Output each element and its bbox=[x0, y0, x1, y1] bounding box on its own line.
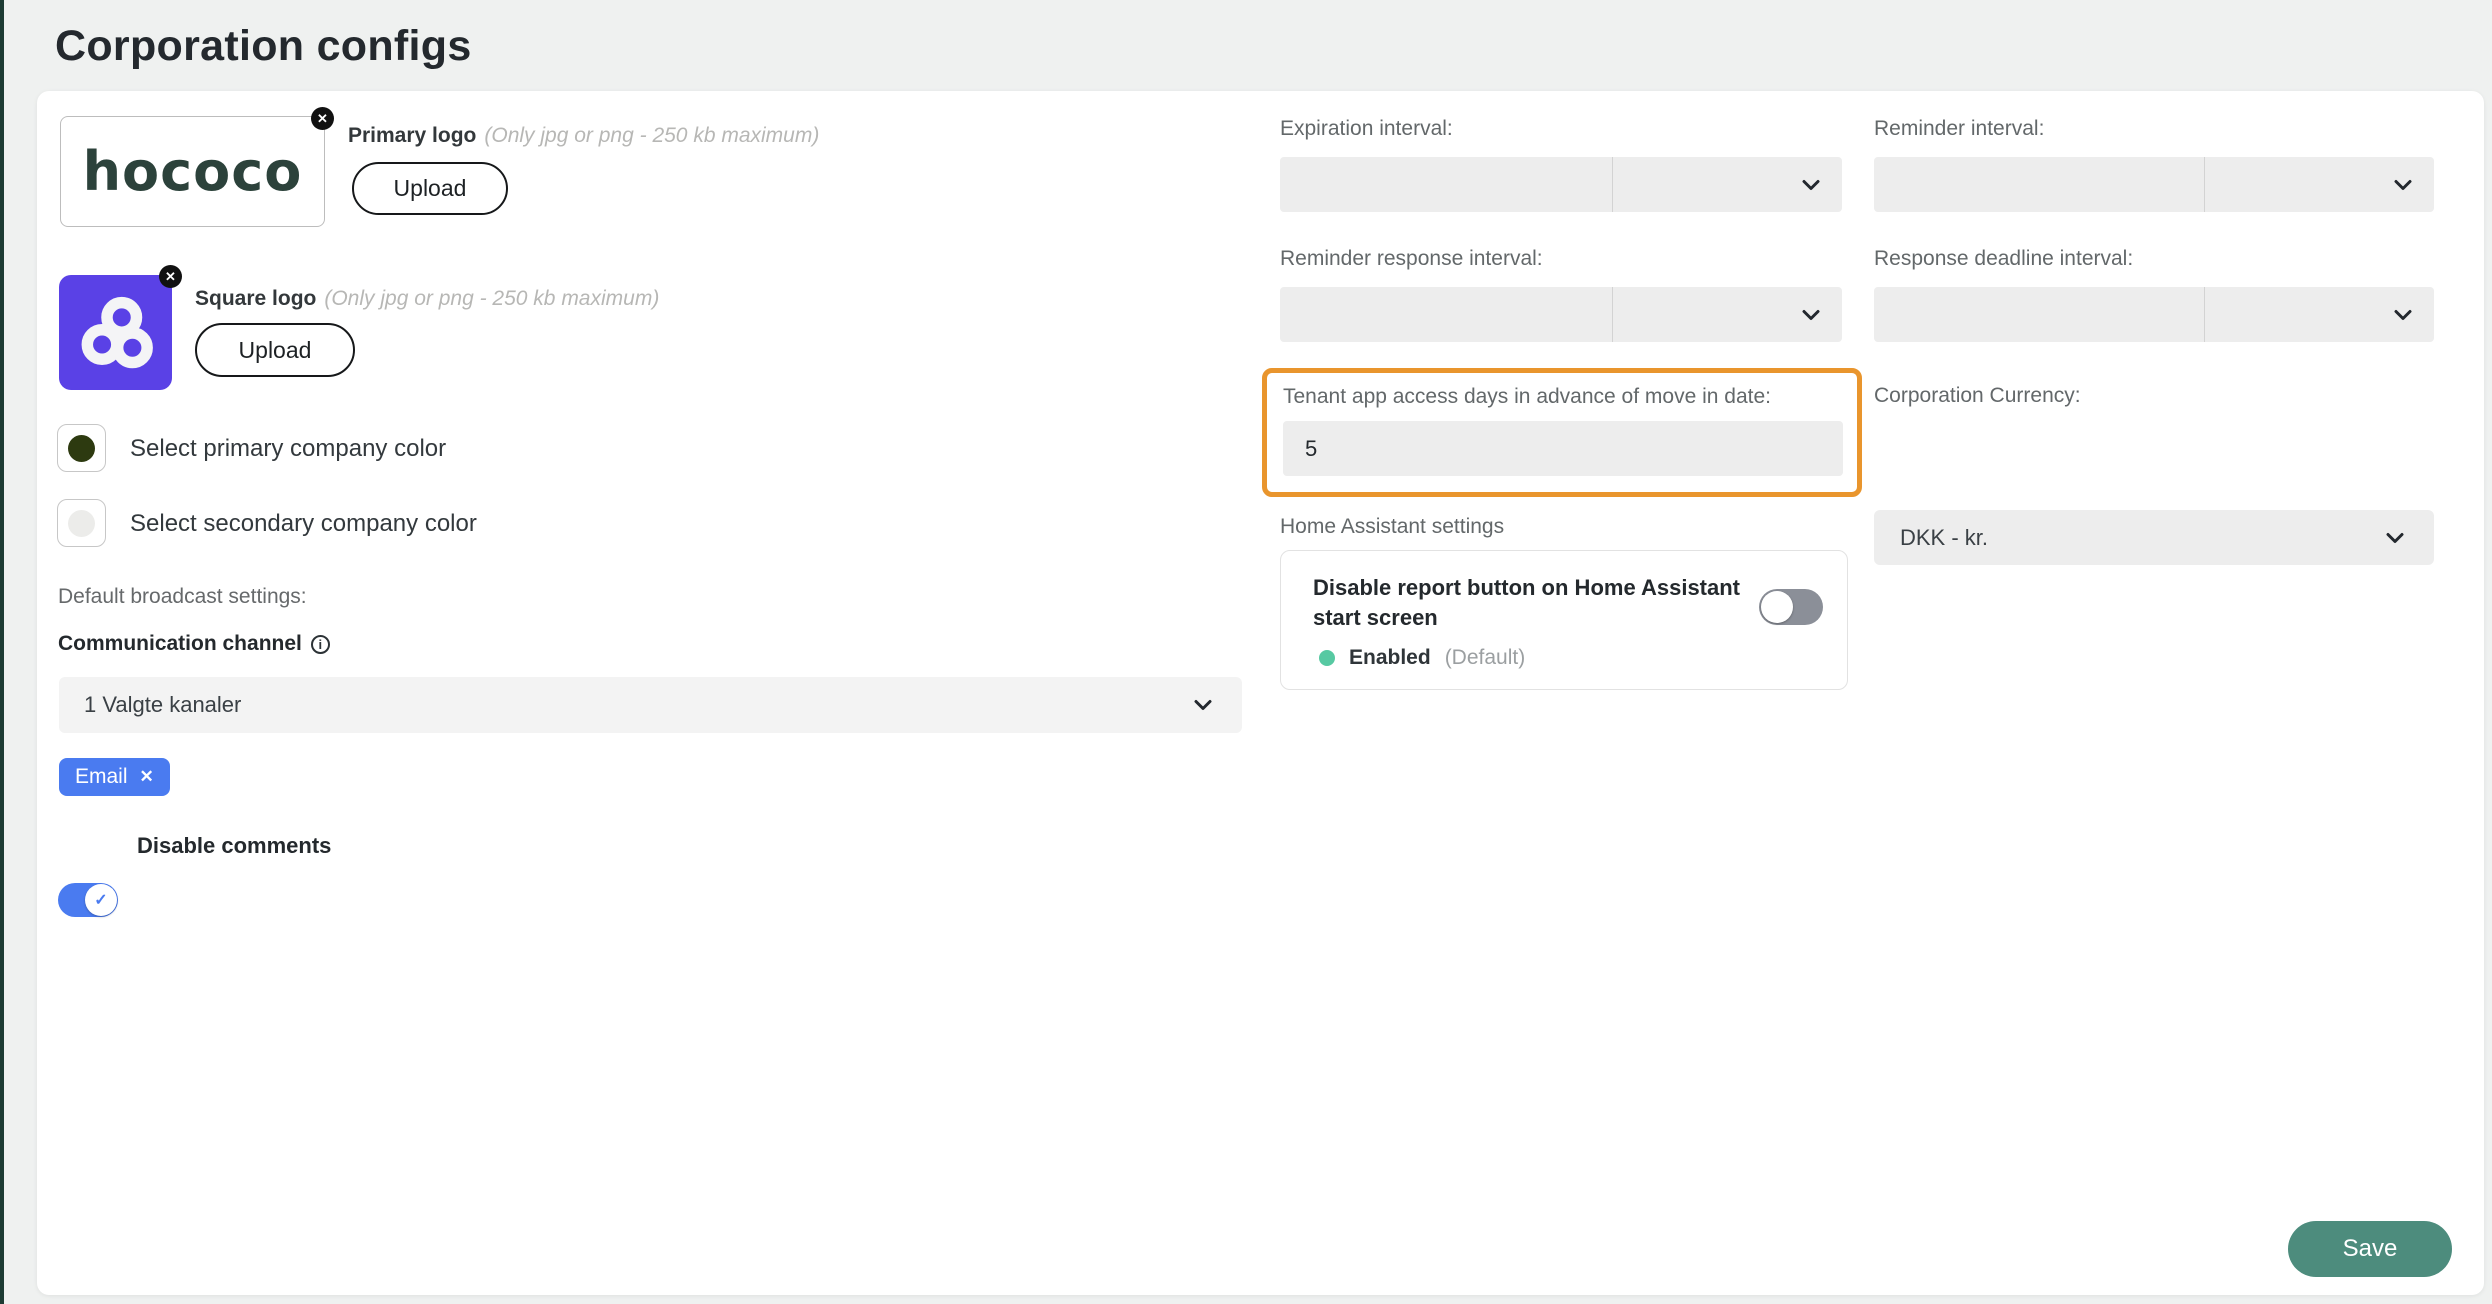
secondary-color-dot bbox=[68, 509, 95, 537]
square-logo-label-row: Square logo (Only jpg or png - 250 kb max… bbox=[195, 287, 659, 311]
page-title: Corporation configs bbox=[55, 22, 472, 70]
tenant-access-input[interactable] bbox=[1283, 421, 1843, 476]
chevron-down-icon bbox=[2394, 309, 2412, 320]
sidebar-edge-strip bbox=[0, 0, 4, 1304]
ha-report-toggle[interactable] bbox=[1759, 589, 1823, 625]
reminder-interval-field[interactable] bbox=[1874, 157, 2434, 212]
tenant-access-label: Tenant app access days in advance of mov… bbox=[1283, 385, 1771, 408]
tenant-access-highlight-box: Tenant app access days in advance of mov… bbox=[1262, 368, 1862, 497]
secondary-color-label: Select secondary company color bbox=[130, 510, 477, 537]
chevron-down-icon bbox=[2394, 179, 2412, 190]
reminder-interval-unit-select[interactable] bbox=[2204, 157, 2434, 212]
currency-value: DKK - kr. bbox=[1900, 524, 1989, 550]
primary-logo-preview: hococo ✕ bbox=[60, 107, 334, 227]
secondary-color-swatch[interactable] bbox=[57, 499, 106, 547]
communication-channel-select[interactable]: 1 Valgte kanaler bbox=[59, 677, 1242, 733]
primary-logo-label: Primary logo bbox=[348, 124, 477, 147]
chevron-down-icon bbox=[1194, 700, 1212, 711]
home-assistant-section-label: Home Assistant settings bbox=[1280, 515, 1505, 538]
info-icon[interactable]: i bbox=[310, 634, 330, 654]
response-deadline-interval-input[interactable] bbox=[1874, 287, 2205, 342]
primary-color-swatch[interactable] bbox=[57, 424, 106, 472]
status-dot-icon bbox=[1319, 650, 1335, 666]
disable-comments-toggle[interactable]: ✓ bbox=[58, 883, 118, 917]
square-logo-note: (Only jpg or png - 250 kb maximum) bbox=[324, 287, 660, 310]
remove-square-logo-button[interactable]: ✕ bbox=[159, 265, 182, 288]
disable-comments-label: Disable comments bbox=[137, 833, 332, 858]
primary-logo-note: (Only jpg or png - 250 kb maximum) bbox=[484, 124, 820, 147]
primary-logo-image: hococo bbox=[82, 139, 303, 203]
home-assistant-card: Disable report button on Home Assistant … bbox=[1280, 550, 1848, 690]
square-logo-label: Square logo bbox=[195, 287, 317, 310]
expiration-interval-input[interactable] bbox=[1280, 157, 1612, 212]
chevron-down-icon bbox=[2386, 532, 2404, 543]
toggle-knob bbox=[1761, 591, 1793, 623]
ha-status-text: Enabled bbox=[1349, 646, 1431, 669]
square-logo-image bbox=[81, 296, 153, 368]
channel-tag-email[interactable]: Email ✕ bbox=[59, 758, 170, 796]
save-button[interactable]: Save bbox=[2288, 1221, 2452, 1277]
currency-select[interactable]: DKK - kr. bbox=[1874, 510, 2434, 565]
remove-tag-icon[interactable]: ✕ bbox=[140, 767, 154, 787]
ha-toggle-label: Disable report button on Home Assistant … bbox=[1313, 575, 1741, 630]
reminder-response-interval-input[interactable] bbox=[1280, 287, 1612, 342]
communication-channel-value: 1 Valgte kanaler bbox=[84, 692, 242, 717]
ha-status-row: Enabled (Default) bbox=[1319, 646, 1525, 670]
channel-tag-label: Email bbox=[75, 765, 128, 788]
response-deadline-interval-label: Response deadline interval: bbox=[1874, 247, 2134, 270]
reminder-response-interval-field[interactable] bbox=[1280, 287, 1842, 342]
chevron-down-icon bbox=[1802, 309, 1820, 320]
configs-card: hococo ✕ Primary logo (Only jpg or png - … bbox=[37, 91, 2484, 1295]
primary-color-label: Select primary company color bbox=[130, 435, 447, 462]
upload-square-logo-button[interactable]: Upload bbox=[195, 323, 355, 377]
response-deadline-interval-field[interactable] bbox=[1874, 287, 2434, 342]
remove-primary-logo-button[interactable]: ✕ bbox=[311, 107, 334, 130]
communication-channel-label-row: Communication channel i bbox=[58, 632, 330, 656]
chevron-down-icon bbox=[1802, 179, 1820, 190]
reminder-interval-input[interactable] bbox=[1874, 157, 2205, 212]
broadcast-section-label: Default broadcast settings: bbox=[58, 585, 307, 608]
expiration-interval-unit-select[interactable] bbox=[1611, 157, 1842, 212]
reminder-interval-label: Reminder interval: bbox=[1874, 117, 2045, 140]
upload-primary-logo-button[interactable]: Upload bbox=[352, 162, 508, 215]
communication-channel-label: Communication channel bbox=[58, 632, 302, 655]
primary-logo-label-row: Primary logo (Only jpg or png - 250 kb ma… bbox=[348, 124, 819, 148]
expiration-interval-field[interactable] bbox=[1280, 157, 1842, 212]
ha-status-suffix: (Default) bbox=[1444, 646, 1526, 669]
square-logo-preview: ✕ bbox=[59, 265, 182, 390]
reminder-response-interval-unit-select[interactable] bbox=[1611, 287, 1842, 342]
primary-color-dot bbox=[68, 434, 95, 462]
expiration-interval-label: Expiration interval: bbox=[1280, 117, 1453, 140]
currency-label: Corporation Currency: bbox=[1874, 384, 2081, 407]
response-deadline-interval-unit-select[interactable] bbox=[2204, 287, 2434, 342]
reminder-response-interval-label: Reminder response interval: bbox=[1280, 247, 1543, 270]
toggle-knob-check-icon: ✓ bbox=[85, 884, 117, 916]
